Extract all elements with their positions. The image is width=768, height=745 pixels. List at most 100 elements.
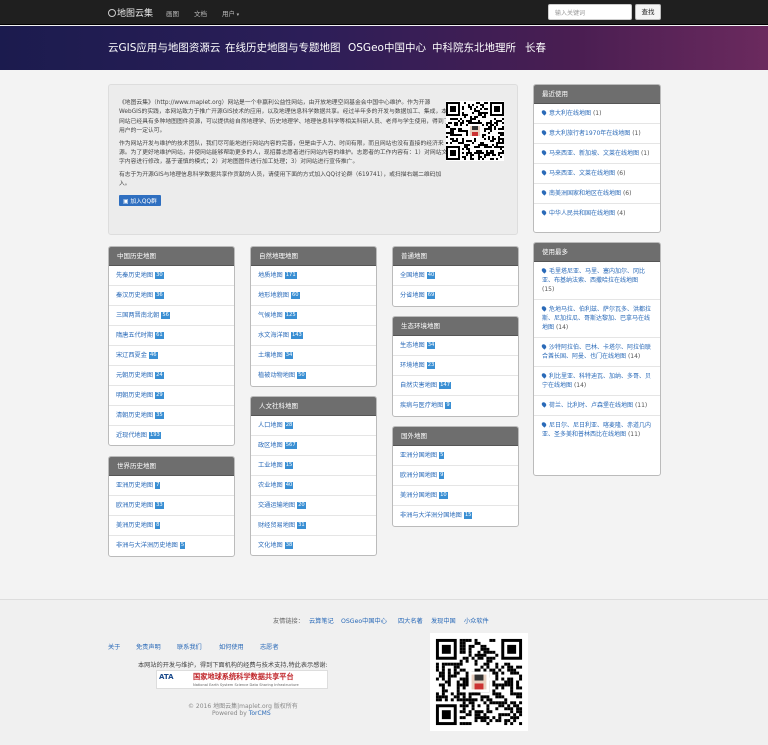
map-usage-item[interactable]: 荷兰、比利时、卢森堡在线地图 (11) <box>534 396 660 416</box>
category-link[interactable]: 农业地图 40 <box>251 476 376 496</box>
count-badge: 193 <box>148 432 161 439</box>
map-usage-item[interactable]: 马来西亚、新加坡、文莱在线地图 (1) <box>534 144 660 164</box>
category-link[interactable]: 清朝历史地图 35 <box>109 406 234 426</box>
logo-abbr: ATA <box>159 673 174 681</box>
footer-contact[interactable]: 联系我们 <box>177 642 202 651</box>
category-link[interactable]: 分省地图 69 <box>393 286 518 306</box>
banner-item-cloud-gis[interactable]: 云GIS应用与地图资源云 <box>108 40 220 55</box>
category-link[interactable]: 植被动物地图 50 <box>251 366 376 386</box>
category-link[interactable]: 秦汉历史地图 36 <box>109 286 234 306</box>
category-link-label: 水文海洋图 <box>258 332 289 339</box>
count-badge: 5 <box>439 452 445 459</box>
category-link[interactable]: 元朝历史地图 24 <box>109 366 234 386</box>
category-link[interactable]: 人口地图 28 <box>251 416 376 436</box>
map-usage-link: 利比里亚、科特迪瓦、加纳、多哥、贝宁在线地图 <box>542 373 652 389</box>
category-link[interactable]: 明朝历史地图 29 <box>109 386 234 406</box>
category-link[interactable]: 生态地图 34 <box>393 336 518 356</box>
category-link[interactable]: 政区地图 567 <box>251 436 376 456</box>
category-link[interactable]: 环境地图 23 <box>393 356 518 376</box>
category-link[interactable]: 全国地图 40 <box>393 266 518 286</box>
category-link-label: 全国地图 <box>400 272 425 279</box>
category-link[interactable]: 工业地图 15 <box>251 456 376 476</box>
category-link[interactable]: 亚洲分国地图 5 <box>393 446 518 466</box>
friend-link-yunsuan[interactable]: 云算笔记 <box>309 616 334 625</box>
footer-disclaimer[interactable]: 免责声明 <box>136 642 161 651</box>
category-link[interactable]: 财经贸易地图 31 <box>251 516 376 536</box>
category-link[interactable]: 隋唐五代时期 61 <box>109 326 234 346</box>
site-logo[interactable]: 地图云集 <box>108 6 153 19</box>
count-badge: 24 <box>155 372 164 379</box>
friend-link-classics[interactable]: 四大名著 <box>398 616 423 625</box>
count-badge: 50 <box>297 372 306 379</box>
map-usage-item[interactable]: 意大利在线地图 (1) <box>534 104 660 124</box>
data-sharing-platform-logo[interactable]: ATA 国家地球系统科学数据共享平台 National Earth System… <box>156 670 328 689</box>
category-link[interactable]: 交通运输地图 20 <box>251 496 376 516</box>
map-usage-link: 中华人民共和国在线地图 <box>549 210 616 217</box>
panel-general-maps: 普通地图 全国地图 40 分省地图 69 <box>392 246 519 307</box>
friend-link-discover-china[interactable]: 发现中国 <box>431 616 456 625</box>
map-usage-link: 意大利在线地图 <box>549 110 592 117</box>
friend-link-software[interactable]: 小众软件 <box>464 616 489 625</box>
count-badge: 34 <box>284 352 294 359</box>
category-link[interactable]: 水文海洋图 143 <box>251 326 376 346</box>
footer-about[interactable]: 关于 <box>108 642 120 651</box>
count-badge: 23 <box>426 362 436 369</box>
usage-count: (14) <box>627 353 641 360</box>
join-qq-button[interactable]: ▣ 加入QQ群 <box>119 194 161 206</box>
category-link[interactable]: 宋辽西夏金 46 <box>109 346 234 366</box>
map-usage-item[interactable]: 危地马拉、伯利兹、萨尔瓦多、洪都拉斯、尼加拉瓜、哥斯达黎加、巴拿马在线地图 (1… <box>534 300 660 338</box>
category-link[interactable]: 自然灾害地图 147 <box>393 376 518 396</box>
search-button[interactable]: 查找 <box>635 4 661 20</box>
banner-item-changchun[interactable]: 长春 <box>525 40 546 55</box>
map-usage-item[interactable]: 意大利旅行者1970年在线地图 (1) <box>534 124 660 144</box>
category-link-label: 文化地图 <box>258 542 283 549</box>
nav-user[interactable]: 用户 ▾ <box>222 8 239 18</box>
map-usage-item[interactable]: 沙特阿拉伯、巴林、卡塔尔、阿拉伯联合酋长国、阿曼、也门在线地图 (14) <box>534 338 660 367</box>
footer-how-to-use[interactable]: 如何使用 <box>219 642 244 651</box>
footer-volunteer[interactable]: 志愿者 <box>260 642 279 651</box>
banner-item-historical-maps[interactable]: 在线历史地图与专题地图 <box>225 40 341 55</box>
panel-title: 国外地图 <box>393 427 518 446</box>
category-link[interactable]: 地质地图 171 <box>251 266 376 286</box>
category-link[interactable]: 美洲分国地图 10 <box>393 486 518 506</box>
banner-item-osgeo[interactable]: OSGeo中国中心 <box>348 40 426 55</box>
category-link[interactable]: 文化地图 38 <box>251 536 376 555</box>
category-link[interactable]: 非洲与大洋洲历史地图 5 <box>109 536 234 556</box>
map-usage-item[interactable]: 利比里亚、科特迪瓦、加纳、多哥、贝宁在线地图 (14) <box>534 367 660 396</box>
category-link[interactable]: 三国两晋南北朝 56 <box>109 306 234 326</box>
torcms-link[interactable]: TorCMS <box>249 710 271 717</box>
banner-item-igsnrr[interactable]: 中科院东北地理所 <box>432 40 516 55</box>
panel-title: 生态环境地图 <box>393 317 518 336</box>
search-input[interactable]: 输入关键词 <box>548 4 632 20</box>
usage-count: (15) <box>542 286 555 293</box>
count-badge: 15 <box>463 512 473 519</box>
powered-by: Powered by TorCMS <box>212 710 271 717</box>
category-link-label: 宋辽西夏金 <box>116 352 147 359</box>
category-link-label: 清朝历史地图 <box>116 412 154 419</box>
category-link[interactable]: 美洲历史地图 8 <box>109 516 234 536</box>
map-usage-item[interactable]: 尼日尔、尼日利亚、喀麦隆、赤道几内亚、圣多美和普林西比在线地图 (11) <box>534 416 660 444</box>
count-badge: 40 <box>284 482 294 489</box>
map-usage-item[interactable]: 马来西亚、文莱在线地图 (6) <box>534 164 660 184</box>
category-link[interactable]: 近现代地图 193 <box>109 426 234 445</box>
map-usage-item[interactable]: 南美洲国家和地区在线地图 (6) <box>534 184 660 204</box>
category-link[interactable]: 欧洲历史地图 33 <box>109 496 234 516</box>
usage-count: (6) <box>616 170 626 177</box>
category-link[interactable]: 欧洲分国地图 9 <box>393 466 518 486</box>
map-usage-item[interactable]: 毛里塔尼亚、马里、塞内加尔、冈比亚、布基纳法索、西撒哈拉在线地图 (15) <box>534 262 660 300</box>
category-link-label: 先秦历史地图 <box>116 272 154 279</box>
category-link[interactable]: 疾病与医疗地图 9 <box>393 396 518 416</box>
friend-link-osgeo[interactable]: OSGeo中国中心 <box>341 616 387 625</box>
category-link[interactable]: 气候地图 125 <box>251 306 376 326</box>
nav-docs[interactable]: 文档 <box>194 8 207 18</box>
category-link[interactable]: 土壤地图 34 <box>251 346 376 366</box>
category-link[interactable]: 先秦历史地图 30 <box>109 266 234 286</box>
category-link-label: 近现代地图 <box>116 432 147 439</box>
panel-ecology: 生态环境地图 生态地图 34 环境地图 23 自然灾害地图 147 疾病与医疗地图 9 <box>392 316 519 417</box>
category-link[interactable]: 地形地貌图 60 <box>251 286 376 306</box>
count-badge: 56 <box>161 312 170 319</box>
category-link[interactable]: 非洲与大洋洲分国地图 15 <box>393 506 518 526</box>
nav-draw[interactable]: 画图 <box>166 8 179 18</box>
map-usage-item[interactable]: 中华人民共和国在线地图 (4) <box>534 204 660 223</box>
category-link[interactable]: 亚洲历史地图 7 <box>109 476 234 496</box>
